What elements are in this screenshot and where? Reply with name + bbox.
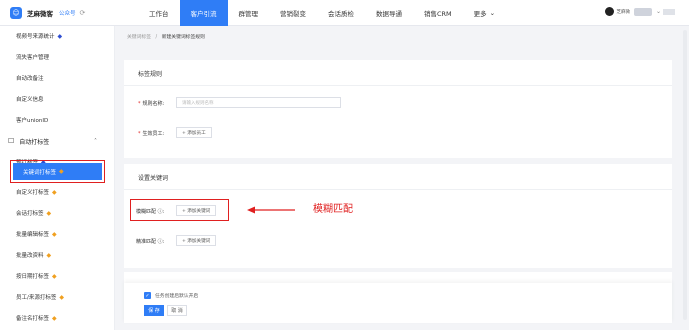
sidebar-item-label: 客户unionID bbox=[16, 118, 49, 124]
cancel-button[interactable]: 取 消 bbox=[167, 305, 187, 316]
top-bar: ☺ 芝麻微客 公众号 ⟳ 工作台 客户引流 群管理 营销裂变 会话质检 数据导通… bbox=[0, 0, 689, 26]
avatar bbox=[633, 7, 652, 16]
sidebar-item-label: 员工/来源打标签 bbox=[16, 295, 57, 301]
diamond-icon: ◆ bbox=[52, 314, 57, 322]
section-title: 设置关键词 bbox=[138, 175, 169, 182]
section-title: 标签规则 bbox=[138, 71, 163, 78]
breadcrumb: 关键词标签 / 新建关键词标签规则 bbox=[127, 33, 205, 40]
sidebar-item-unionid[interactable]: 客户unionID bbox=[0, 110, 115, 130]
sidebar-item-label: 批量改资料 bbox=[16, 253, 44, 259]
rule-name-label: * 规则名称: bbox=[138, 101, 165, 107]
sidebar-item-batch-edit-tag[interactable]: 批量编辑标签 ◆ bbox=[0, 224, 115, 244]
divider bbox=[124, 85, 672, 86]
diamond-icon: ◆ bbox=[46, 251, 52, 259]
annotation-label: 模糊匹配 bbox=[313, 204, 353, 215]
breadcrumb-current: 新建关键词标签规则 bbox=[161, 35, 205, 40]
chevron-up-icon: ˄ bbox=[94, 137, 97, 145]
fuzzy-match-highlight bbox=[130, 199, 229, 221]
user-name: 芝麻微 bbox=[616, 9, 630, 15]
breadcrumb-separator: / bbox=[155, 35, 158, 40]
sidebar-item-label: 自动改备注 bbox=[16, 76, 44, 82]
breadcrumb-parent[interactable]: 关键词标签 bbox=[127, 35, 151, 40]
chat-bubble-icon: ☺ bbox=[10, 6, 22, 19]
nav-item-more[interactable]: 更多 ⌄ bbox=[463, 0, 506, 26]
diamond-icon: ◆ bbox=[57, 32, 63, 40]
sidebar-item-batch-edit-profile[interactable]: 批量改资料 ◆ bbox=[0, 245, 115, 265]
sidebar-item-label: 会话打标签 bbox=[16, 211, 44, 217]
chevron-down-icon: ⌄ bbox=[655, 8, 661, 15]
rule-name-input[interactable]: 请输入规则名称 bbox=[176, 97, 341, 108]
sidebar-item-label: 流失客户管理 bbox=[16, 55, 50, 61]
tag-group-icon: ☐ bbox=[8, 137, 15, 145]
sidebar-group-label: 自动打标签 bbox=[19, 138, 50, 146]
form-footer: ✓ 任务创建后默认开启 保 存 取 消 bbox=[124, 283, 672, 323]
auto-enable-label: 任务创建后默认开启 bbox=[155, 294, 199, 299]
user-status-icon bbox=[605, 7, 615, 16]
sidebar-item-video-source[interactable]: 视频号来源统计 ◆ bbox=[0, 26, 115, 46]
main-nav: 工作台 客户引流 群管理 营销裂变 会话质检 数据导通 销售CRM 更多 ⌄ bbox=[138, 0, 506, 26]
sidebar-item-label: 自定义信息 bbox=[16, 97, 44, 103]
sidebar-item-label: 批量编辑标签 bbox=[16, 232, 50, 238]
nav-item-group-management[interactable]: 群管理 bbox=[228, 0, 270, 26]
nav-item-workbench[interactable]: 工作台 bbox=[138, 0, 180, 26]
diamond-icon: ◆ bbox=[46, 209, 52, 217]
sidebar-item-remark-name-tag[interactable]: 备注名打标签 ◆ bbox=[0, 308, 115, 328]
app-name: 芝麻微客 bbox=[27, 9, 53, 18]
diamond-icon: ◆ bbox=[52, 230, 57, 238]
sidebar-item-date-tag[interactable]: 按日期打标签 ◆ bbox=[0, 266, 115, 286]
nav-more-label: 更多 bbox=[473, 9, 487, 18]
sidebar-item-label: 按日期打标签 bbox=[16, 274, 50, 280]
chevron-down-icon: ⌄ bbox=[489, 8, 496, 17]
account-switch-label[interactable]: 公众号 bbox=[59, 9, 76, 17]
save-button[interactable]: 保 存 bbox=[144, 305, 164, 316]
user-extra bbox=[663, 8, 675, 15]
sidebar-item-session-tag[interactable]: 会话打标签 ◆ bbox=[0, 203, 115, 223]
nav-item-data[interactable]: 数据导通 bbox=[365, 0, 413, 26]
diamond-icon: ◆ bbox=[52, 188, 57, 196]
sidebar-item-auto-remark[interactable]: 自动改备注 bbox=[0, 68, 115, 88]
sidebar-item-custom-tag[interactable]: 自定义打标签 ◆ bbox=[0, 182, 115, 202]
switch-icon[interactable]: ⟳ bbox=[80, 9, 86, 17]
add-staff-button[interactable]: + 添加员工 bbox=[176, 127, 212, 138]
tag-rule-card: 标签规则 * 规则名称: 请输入规则名称 * 生效员工: + 添加员工 bbox=[124, 60, 672, 158]
sidebar-item-label: 视频号来源统计 bbox=[16, 34, 55, 40]
user-menu[interactable]: 芝麻微 ⌄ bbox=[605, 7, 675, 16]
selected-item-highlight bbox=[10, 160, 105, 183]
divider bbox=[124, 189, 672, 190]
diamond-icon: ◆ bbox=[59, 293, 64, 301]
nav-item-customer-acquisition[interactable]: 客户引流 bbox=[179, 0, 228, 26]
app-logo[interactable]: ☺ 芝麻微客 公众号 ⟳ bbox=[10, 6, 120, 19]
sidebar-item-staff-source-tag[interactable]: 员工/来源打标签 ◆ bbox=[0, 287, 115, 307]
sidebar-item-lost-customers[interactable]: 流失客户管理 bbox=[0, 47, 115, 67]
nav-item-marketing[interactable]: 营销裂变 bbox=[269, 0, 317, 26]
nav-item-session-qa[interactable]: 会话质检 bbox=[317, 0, 365, 26]
diamond-icon: ◆ bbox=[52, 272, 57, 280]
exact-match-label: 精准匹配 ⓘ: bbox=[136, 239, 165, 245]
staff-label: * 生效员工: bbox=[138, 131, 165, 137]
sidebar-item-label: 自定义打标签 bbox=[16, 190, 50, 196]
scrollbar[interactable] bbox=[683, 30, 687, 320]
sidebar-item-label: 备注名打标签 bbox=[16, 316, 50, 322]
add-exact-keyword-button[interactable]: + 添加关键词 bbox=[176, 235, 217, 246]
sidebar-group-auto-tag[interactable]: ☐ 自动打标签 ˄ bbox=[0, 131, 115, 151]
nav-item-crm[interactable]: 销售CRM bbox=[413, 0, 463, 26]
auto-enable-checkbox[interactable]: ✓ bbox=[144, 292, 151, 299]
annotation-arrow-icon bbox=[247, 206, 295, 214]
sidebar-item-custom-info[interactable]: 自定义信息 bbox=[0, 89, 115, 109]
